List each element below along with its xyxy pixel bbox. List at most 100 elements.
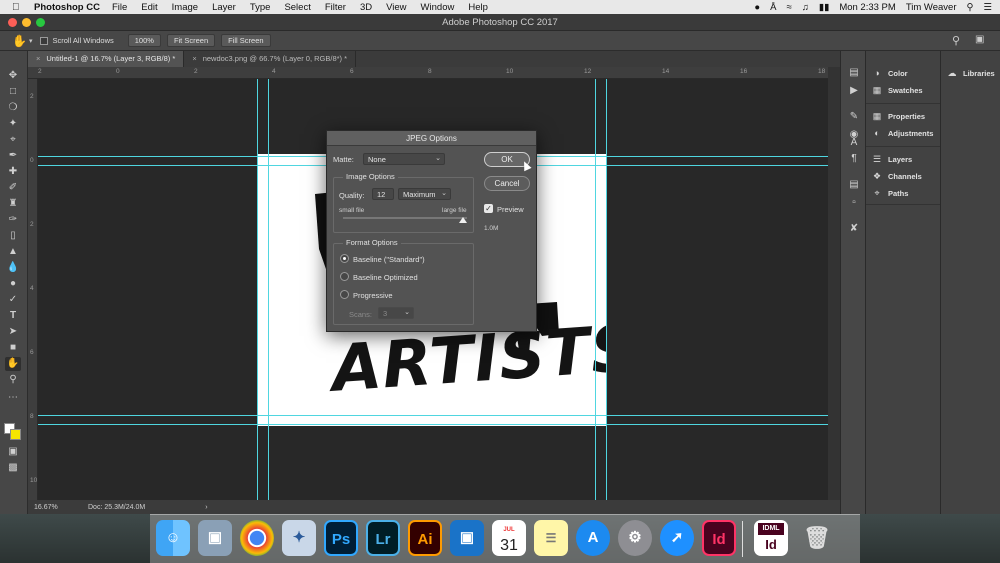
menu-edit[interactable]: Edit	[141, 2, 157, 13]
eyedropper-tool-icon[interactable]: ✒	[5, 149, 21, 163]
menu-image[interactable]: Image	[172, 2, 198, 13]
battery-icon[interactable]: ▮▮	[819, 2, 829, 13]
zoom-100-button[interactable]: 100%	[127, 34, 161, 47]
notes-icon[interactable]: ▫	[848, 197, 860, 209]
quick-select-tool-icon[interactable]: ✦	[5, 117, 21, 131]
hand-tool-preset-icon[interactable]: ✋	[12, 34, 27, 48]
quality-slider-track[interactable]	[343, 217, 467, 219]
bluetooth-icon[interactable]: Å	[770, 2, 776, 13]
quality-input[interactable]: 12	[372, 188, 394, 200]
background-color-swatch[interactable]	[10, 429, 21, 440]
zoom-level[interactable]: 16.67%	[34, 504, 84, 511]
workspace-icon[interactable]: ▣	[975, 34, 984, 45]
search-icon[interactable]: ⚲	[952, 34, 960, 47]
fill-screen-button[interactable]: Fill Screen	[221, 34, 271, 47]
paint-bucket-tool-icon[interactable]: ▲	[5, 245, 21, 259]
path-selection-tool-icon[interactable]: ➤	[5, 325, 21, 339]
paragraph-icon[interactable]: ¶	[848, 153, 860, 165]
menu-select[interactable]: Select	[284, 2, 310, 13]
quick-mask-icon[interactable]: ▣	[5, 445, 21, 459]
menu-type[interactable]: Type	[250, 2, 271, 13]
lasso-tool-icon[interactable]: ❍	[5, 101, 21, 115]
move-tool-icon[interactable]: ✥	[5, 69, 21, 83]
notification-center-icon[interactable]: ☰	[983, 2, 992, 13]
close-tab-icon[interactable]: ×	[36, 54, 40, 63]
panel-channels[interactable]: ❖ Channels	[872, 171, 922, 182]
tab-untitled-1[interactable]: × Untitled-1 @ 16.7% (Layer 3, RGB/8) *	[28, 51, 185, 67]
menu-view[interactable]: View	[386, 2, 406, 13]
clone-stamp-tool-icon[interactable]: ♜	[5, 197, 21, 211]
crop-tool-icon[interactable]: ⌖	[5, 133, 21, 147]
blur-tool-icon[interactable]: 💧	[5, 261, 21, 275]
type-tool-icon[interactable]: T	[5, 309, 21, 323]
app-store-icon[interactable]: A	[576, 520, 610, 556]
menu-filter[interactable]: Filter	[325, 2, 346, 13]
guide-vertical[interactable]	[268, 79, 269, 500]
status-circle-icon[interactable]: ●	[754, 2, 760, 13]
panel-adjustments[interactable]: ◐ Adjustments	[872, 128, 933, 138]
photoshop-icon[interactable]: Ps	[324, 520, 358, 556]
rectangle-tool-icon[interactable]: ■	[5, 341, 21, 355]
character-icon[interactable]: A	[848, 137, 860, 149]
panel-layers[interactable]: ☰ Layers	[872, 154, 912, 165]
system-preferences-icon[interactable]: ⚙	[618, 520, 652, 556]
calendar-icon[interactable]: JUL 31	[492, 520, 526, 556]
baseline-standard-radio[interactable]	[340, 254, 349, 263]
remote-app-icon[interactable]: ▣	[450, 520, 484, 556]
lightroom-icon[interactable]: Lr	[366, 520, 400, 556]
guide-vertical[interactable]	[606, 79, 607, 500]
menu-window[interactable]: Window	[421, 2, 455, 13]
apple-menu-icon[interactable]: 	[12, 2, 26, 13]
horizontal-ruler[interactable]: 2 0 2 4 6 8 10 12 14 16 18	[28, 67, 828, 79]
vertical-ruler[interactable]: 2024681012	[28, 79, 38, 500]
history-icon[interactable]: ▤	[848, 67, 860, 79]
quality-slider-thumb[interactable]	[459, 217, 467, 223]
guide-horizontal[interactable]	[38, 424, 828, 425]
fit-screen-button[interactable]: Fit Screen	[166, 34, 216, 47]
history-brush-tool-icon[interactable]: ✑	[5, 213, 21, 227]
progressive-radio[interactable]	[340, 290, 349, 299]
wifi-icon[interactable]: ≈	[787, 2, 792, 13]
volume-icon[interactable]: ♫	[802, 2, 809, 13]
cancel-button[interactable]: Cancel	[484, 176, 530, 191]
app-menu[interactable]: Photoshop CC	[34, 2, 100, 13]
zoom-tool-icon[interactable]: ⚲	[5, 373, 21, 387]
chrome-icon[interactable]	[240, 520, 274, 556]
screen-mode-icon[interactable]: ▩	[5, 461, 21, 475]
eraser-tool-icon[interactable]: ▯	[5, 229, 21, 243]
idml-file-icon[interactable]: IDML Id	[754, 520, 788, 556]
panel-properties[interactable]: ▦ Properties	[872, 111, 925, 122]
panel-color[interactable]: ◑ Color	[872, 68, 907, 78]
menu-layer[interactable]: Layer	[212, 2, 236, 13]
tab-newdoc3[interactable]: × newdoc3.png @ 66.7% (Layer 0, RGB/8*) *	[184, 51, 357, 67]
menu-3d[interactable]: 3D	[360, 2, 372, 13]
panel-swatches[interactable]: ▦ Swatches	[872, 85, 923, 96]
matte-select[interactable]: None ⌄	[363, 153, 445, 165]
close-tab-icon[interactable]: ×	[192, 54, 196, 63]
spotlight-icon[interactable]: ⚲	[967, 2, 974, 13]
layer-comps-icon[interactable]: ▤	[848, 179, 860, 191]
preview-checkbox[interactable]: ✓	[484, 204, 493, 213]
preview-app-icon[interactable]: ▣	[198, 520, 232, 556]
more-tools-icon[interactable]: ⋯	[5, 391, 21, 405]
guide-horizontal[interactable]	[38, 415, 828, 416]
safari-icon[interactable]: ➚	[660, 520, 694, 556]
illustrator-icon[interactable]: Ai	[408, 520, 442, 556]
photo-app-icon[interactable]: ✦	[282, 520, 316, 556]
finder-icon[interactable]: ☺	[156, 520, 190, 556]
brush-tool-icon[interactable]: ✐	[5, 181, 21, 195]
status-menu-chevron-icon[interactable]: ›	[205, 504, 207, 511]
clock[interactable]: Mon 2:33 PM	[839, 2, 896, 13]
guide-vertical[interactable]	[595, 79, 596, 500]
chevron-down-icon[interactable]: ▾	[29, 37, 33, 45]
healing-brush-tool-icon[interactable]: ✚	[5, 165, 21, 179]
hand-tool-icon[interactable]: ✋	[5, 357, 21, 371]
user-name[interactable]: Tim Weaver	[906, 2, 957, 13]
panel-paths[interactable]: ⌖ Paths	[872, 188, 908, 199]
actions-play-icon[interactable]: ▶	[848, 85, 860, 97]
baseline-optimized-radio[interactable]	[340, 272, 349, 281]
brush-settings-icon[interactable]: ✎	[848, 111, 860, 123]
vertical-scrollbar[interactable]	[828, 67, 840, 500]
guide-vertical[interactable]	[257, 79, 258, 500]
tool-presets-icon[interactable]: ✘	[848, 223, 860, 235]
